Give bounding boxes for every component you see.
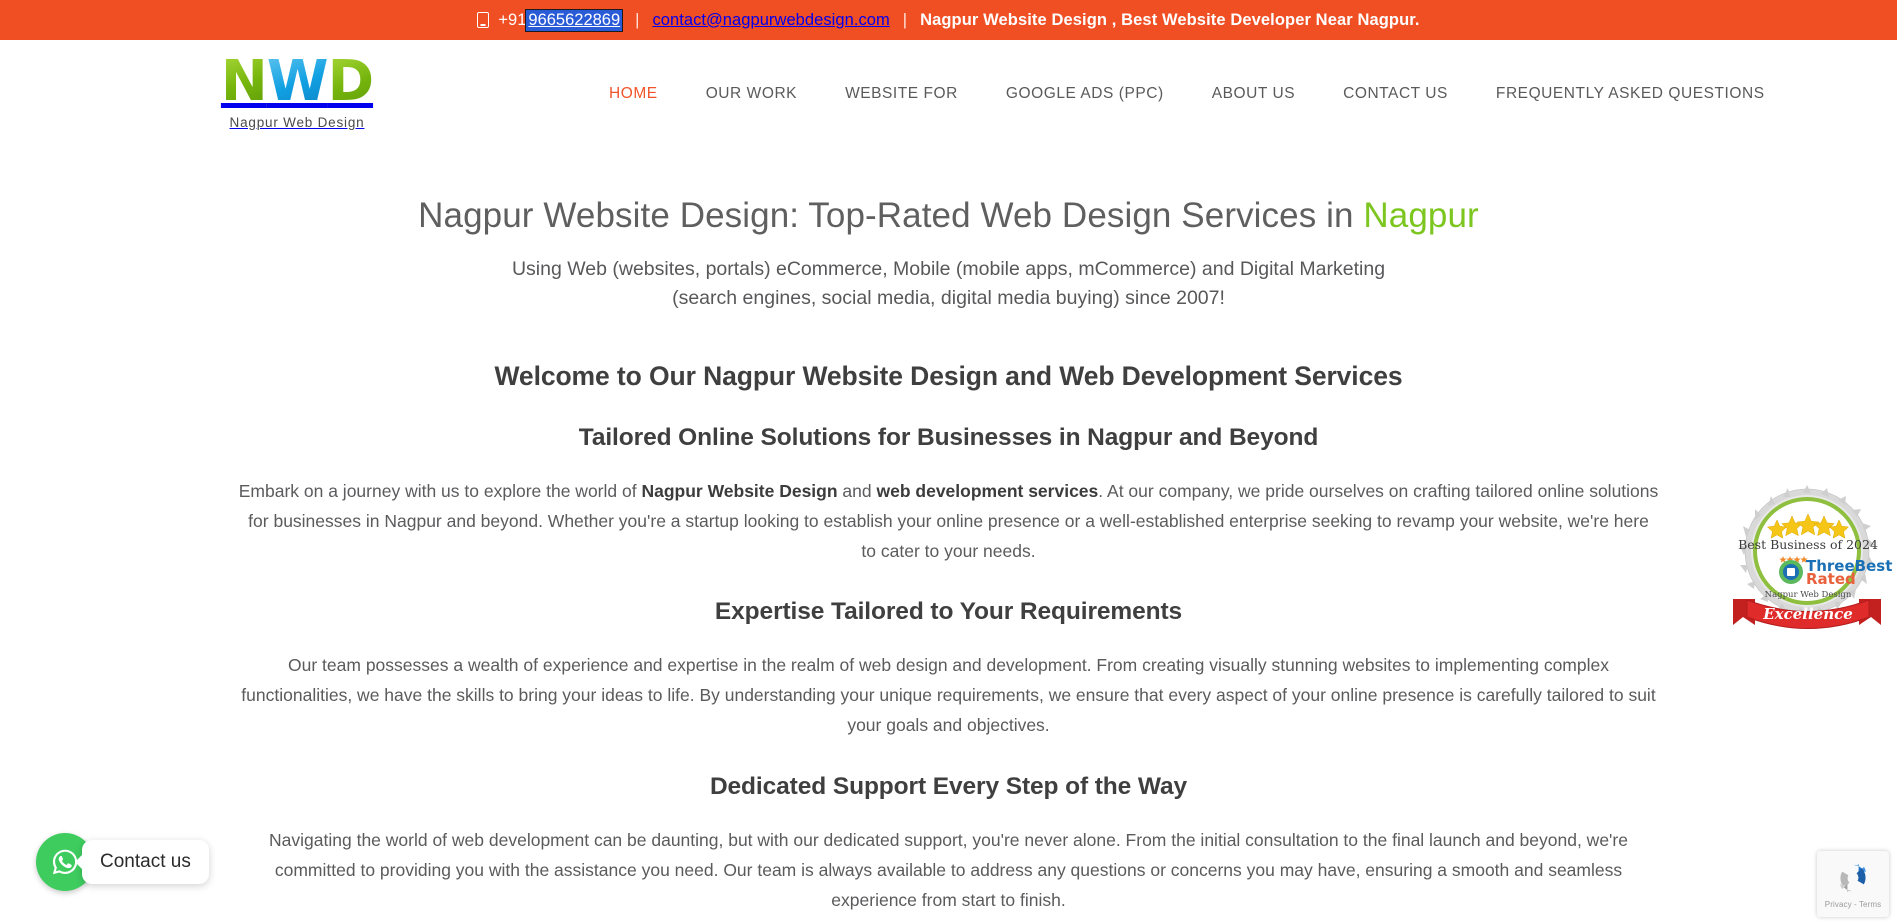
paragraph-1-text-a: Embark on a journey with us to explore t… — [238, 481, 642, 501]
logo-letter-w: W — [266, 48, 329, 114]
phone-prefix: +91 — [498, 10, 527, 29]
award-badge-icon: Best Business of 2024 ThreeBest Rated Na… — [1733, 485, 1892, 629]
whatsapp-contact-widget[interactable]: Contact us — [36, 833, 209, 891]
paragraph-support: Navigating the world of web development … — [269, 829, 1628, 910]
page-title-highlight: Nagpur — [1363, 196, 1479, 235]
top-bar-content: +91 9665622869 | contact@nagpurwebdesign… — [477, 8, 1420, 32]
recaptcha-icon — [1840, 863, 1866, 893]
nav-item-our-work[interactable]: OUR WORK — [682, 85, 821, 103]
section-heading-expertise: Expertise Tailored to Your Requirements — [714, 598, 1183, 626]
whatsapp-contact-label[interactable]: Contact us — [82, 840, 209, 884]
recaptcha-privacy-terms-label[interactable]: Privacy - Terms — [1825, 900, 1881, 909]
nav-item-google-ads[interactable]: GOOGLE ADS (PPC) — [982, 85, 1188, 103]
badge-year-text: Best Business of 2024 — [1738, 537, 1878, 552]
section-heading-support: Dedicated Support Every Step of the Way — [709, 772, 1188, 800]
phone-icon — [477, 12, 490, 28]
paragraph-expertise: Our team possesses a wealth of experienc… — [241, 655, 1656, 736]
separator-1: | — [635, 10, 640, 29]
threebest-rated-badge[interactable]: Best Business of 2024 ThreeBest Rated Na… — [1729, 483, 1897, 633]
paragraph-1-bold-2: web development services — [876, 481, 1099, 501]
main-navigation: HOME OUR WORK WEBSITE FOR GOOGLE ADS (PP… — [585, 85, 1789, 103]
recaptcha-badge[interactable]: Privacy - Terms — [1817, 851, 1889, 917]
separator-2: | — [902, 10, 908, 29]
nav-item-faq[interactable]: FREQUENTLY ASKED QUESTIONS — [1472, 85, 1789, 103]
badge-ribbon-text: Excellence — [1762, 605, 1853, 623]
site-header: NWD Nagpur Web Design HOME OUR WORK WEBS… — [0, 40, 1897, 143]
section-heading-tailored: Tailored Online Solutions for Businesses… — [578, 424, 1319, 451]
logo-tagline: Nagpur Web Design — [229, 114, 365, 130]
page-subheading: Using Web (websites, portals) eCommerce,… — [511, 257, 1386, 309]
main-content: Nagpur Website Design: Top-Rated Web Des… — [0, 143, 1897, 915]
nav-item-about-us[interactable]: ABOUT US — [1188, 85, 1319, 103]
logo-letter-d: D — [327, 48, 374, 114]
paragraph-1-text-b: and — [837, 481, 877, 501]
logo-letter-n: N — [220, 48, 268, 114]
paragraph-tailored: Embark on a journey with us to explore t… — [239, 476, 1659, 566]
section-heading-welcome: Welcome to Our Nagpur Website Design and… — [494, 361, 1403, 391]
badge-business-name: Nagpur Web Design — [1765, 590, 1852, 600]
nav-item-home[interactable]: HOME — [585, 85, 682, 103]
paragraph-1-bold-1: Nagpur Website Design — [641, 481, 838, 501]
top-contact-bar: +91 9665622869 | contact@nagpurwebdesign… — [0, 0, 1897, 40]
email-link[interactable]: contact@nagpurwebdesign.com — [652, 11, 889, 30]
nav-item-website-for[interactable]: WEBSITE FOR — [821, 85, 982, 103]
badge-brand-line2: Rated — [1806, 570, 1856, 588]
top-bar-tagline: Nagpur Website Design , Best Website Dev… — [920, 10, 1420, 29]
logo-lettermark: NWD — [220, 48, 374, 114]
page-title: Nagpur Website Design: Top-Rated Web Des… — [0, 193, 1897, 239]
phone-number-link[interactable]: 9665622869 — [525, 8, 624, 32]
nav-item-contact-us[interactable]: CONTACT US — [1319, 85, 1472, 103]
site-logo[interactable]: NWD Nagpur Web Design — [207, 48, 387, 130]
page-title-text: Nagpur Website Design: Top-Rated Web Des… — [418, 196, 1364, 235]
